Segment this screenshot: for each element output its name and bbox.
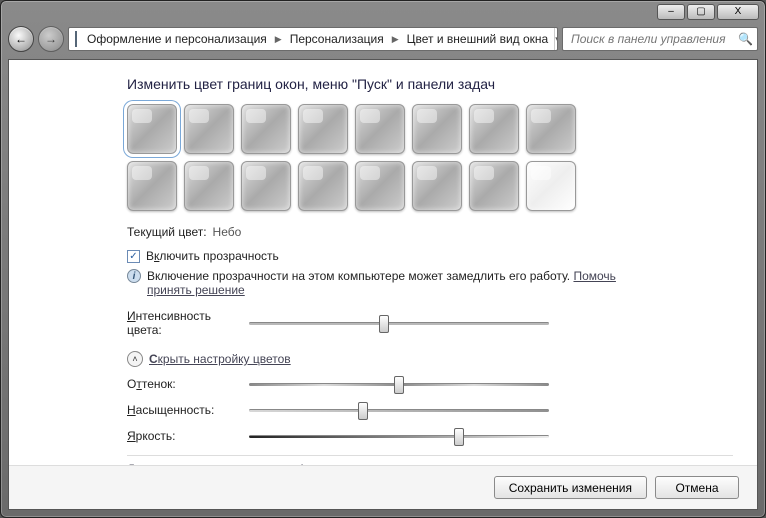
- breadcrumb-item[interactable]: Цвет и внешний вид окна: [401, 28, 555, 50]
- chevron-right-icon[interactable]: ▶: [273, 34, 284, 45]
- chevron-up-icon[interactable]: ˄: [127, 351, 143, 367]
- info-text: Включение прозрачности на этом компьютер…: [147, 269, 573, 283]
- slider-thumb[interactable]: [394, 376, 404, 394]
- current-color-value: Небо: [213, 225, 242, 239]
- color-swatch[interactable]: [241, 104, 291, 154]
- hue-row: Оттенок:: [127, 375, 733, 393]
- color-swatch[interactable]: [298, 161, 348, 211]
- hue-slider[interactable]: [249, 375, 549, 393]
- navbar: ← → Оформление и персонализация ▶ Персон…: [8, 23, 758, 55]
- mixer-toggle-row[interactable]: ˄ Скрыть настройку цветов: [127, 351, 733, 367]
- brightness-row: Яркость:: [127, 427, 733, 445]
- saturation-row: Насыщенность:: [127, 401, 733, 419]
- current-color-row: Текущий цвет: Небо: [127, 225, 733, 239]
- color-swatch[interactable]: [412, 161, 462, 211]
- slider-thumb[interactable]: [454, 428, 464, 446]
- back-button[interactable]: ←: [8, 26, 34, 52]
- color-swatch[interactable]: [127, 104, 177, 154]
- slider-thumb[interactable]: [379, 315, 389, 333]
- mixer-toggle-link[interactable]: Скрыть настройку цветов: [149, 352, 291, 366]
- chevron-right-icon[interactable]: ▶: [390, 34, 401, 45]
- save-button[interactable]: Сохранить изменения: [494, 476, 647, 499]
- search-box[interactable]: 🔍: [562, 27, 758, 51]
- intensity-row: Интенсивность цвета:: [127, 309, 733, 337]
- footer: Сохранить изменения Отмена: [9, 465, 757, 509]
- info-row: i Включение прозрачности на этом компьют…: [127, 269, 733, 297]
- color-swatch[interactable]: [412, 104, 462, 154]
- color-swatch[interactable]: [526, 104, 576, 154]
- titlebar: – ▢ X: [1, 1, 765, 23]
- saturation-slider[interactable]: [249, 401, 549, 419]
- color-swatch[interactable]: [526, 161, 576, 211]
- window: – ▢ X ← → Оформление и персонализация ▶ …: [0, 0, 766, 518]
- content: Изменить цвет границ окон, меню "Пуск" и…: [9, 60, 757, 465]
- slider-track: [249, 322, 549, 325]
- color-swatch[interactable]: [469, 104, 519, 154]
- search-icon[interactable]: 🔍: [738, 32, 753, 46]
- color-swatch[interactable]: [355, 104, 405, 154]
- search-input[interactable]: [569, 31, 738, 47]
- transparency-row: ✓ Включить прозрачность: [127, 249, 733, 263]
- breadcrumb-item[interactable]: Оформление и персонализация: [81, 28, 273, 50]
- intensity-label: Интенсивность цвета:: [127, 309, 237, 337]
- slider-track: [249, 435, 549, 438]
- brightness-label: Яркость:: [127, 429, 237, 443]
- color-swatch[interactable]: [241, 161, 291, 211]
- intensity-slider[interactable]: [249, 314, 549, 332]
- cancel-button[interactable]: Отмена: [655, 476, 739, 499]
- slider-thumb[interactable]: [358, 402, 368, 420]
- color-swatch[interactable]: [184, 104, 234, 154]
- color-swatch[interactable]: [298, 104, 348, 154]
- saturation-label: Насыщенность:: [127, 403, 237, 417]
- divider: [127, 455, 733, 456]
- color-swatch[interactable]: [469, 161, 519, 211]
- hue-label: Оттенок:: [127, 377, 237, 391]
- info-icon: i: [127, 269, 141, 283]
- control-panel-icon: [75, 31, 77, 47]
- arrow-right-icon: →: [45, 32, 57, 46]
- current-color-label: Текущий цвет:: [127, 225, 207, 239]
- arrow-left-icon: ←: [15, 32, 27, 46]
- breadcrumb-item[interactable]: Персонализация: [284, 28, 390, 50]
- address-bar[interactable]: Оформление и персонализация ▶ Персонализ…: [68, 27, 558, 51]
- color-swatch[interactable]: [127, 161, 177, 211]
- close-button[interactable]: X: [717, 4, 759, 20]
- slider-track: [249, 409, 549, 412]
- content-frame: Изменить цвет границ окон, меню "Пуск" и…: [8, 59, 758, 510]
- color-swatch-grid: [127, 104, 733, 211]
- maximize-button[interactable]: ▢: [687, 4, 715, 20]
- page-title: Изменить цвет границ окон, меню "Пуск" и…: [127, 76, 733, 92]
- transparency-checkbox[interactable]: ✓: [127, 250, 140, 263]
- color-swatch[interactable]: [184, 161, 234, 211]
- minimize-button[interactable]: –: [657, 4, 685, 20]
- brightness-slider[interactable]: [249, 427, 549, 445]
- transparency-label[interactable]: Включить прозрачность: [146, 249, 279, 263]
- forward-button[interactable]: →: [38, 26, 64, 52]
- address-dropdown[interactable]: ▾: [554, 28, 558, 50]
- color-swatch[interactable]: [355, 161, 405, 211]
- advanced-settings-link[interactable]: Дополнительные параметры оформления...: [127, 462, 372, 465]
